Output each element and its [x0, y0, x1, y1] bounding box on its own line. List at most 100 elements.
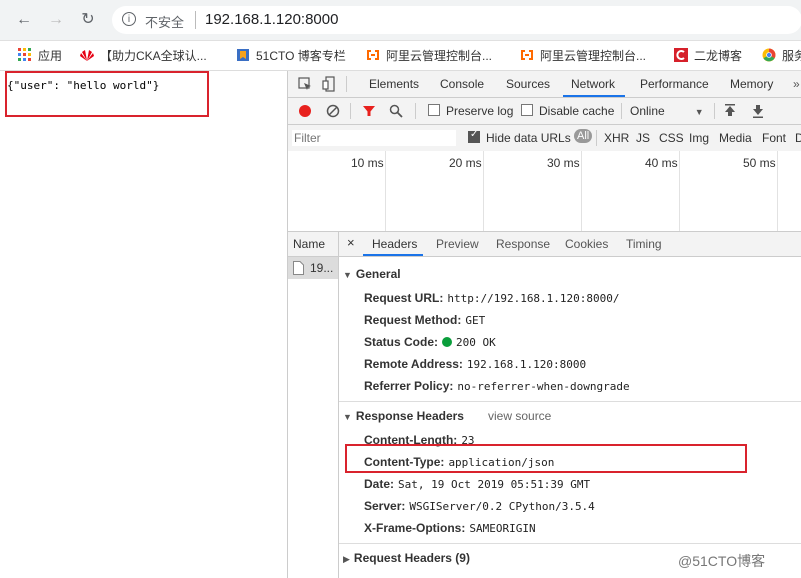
record-icon[interactable]	[298, 104, 312, 118]
request-row[interactable]: 19...	[288, 257, 338, 279]
tab-console[interactable]: Console	[440, 77, 484, 91]
bookmark-label: 应用	[38, 49, 63, 63]
type-filter-doc[interactable]: D	[795, 131, 801, 145]
tab-sources[interactable]: Sources	[506, 77, 550, 91]
tab-memory[interactable]: Memory	[730, 77, 773, 91]
chrome-icon	[762, 48, 776, 62]
bookmark-erlong[interactable]: 二龙博客	[674, 47, 742, 65]
header-key: Date:	[364, 477, 395, 491]
bookmark-51cto[interactable]: 51CTO 博客专栏	[236, 47, 346, 65]
device-toggle-icon[interactable]	[322, 76, 336, 92]
request-name: 19...	[310, 261, 334, 275]
bookmark-aliyun-2[interactable]: 阿里云管理控制台...	[520, 47, 646, 65]
bookmark-label: 阿里云管理控制台...	[386, 49, 493, 63]
triangle-down-icon: ▼	[343, 412, 352, 422]
tab-network[interactable]: Network	[571, 77, 615, 91]
url-text[interactable]: 192.168.1.120:8000	[205, 11, 338, 28]
header-value: http://192.168.1.120:8000/	[447, 292, 620, 305]
timeline-tick-label: 20 ms	[449, 156, 482, 170]
name-column-header[interactable]: Name	[288, 232, 338, 257]
timeline-tick-label: 50 ms	[743, 156, 776, 170]
toolbar-separator	[415, 103, 416, 119]
back-icon[interactable]: ←	[14, 10, 34, 30]
highlight-box-content-type	[345, 444, 747, 473]
filter-input[interactable]	[292, 130, 456, 146]
request-name-column: Name 19...	[288, 232, 339, 578]
bookmark-service[interactable]: 服务	[762, 47, 801, 65]
type-filter-font[interactable]: Font	[762, 131, 786, 145]
header-key: Request Method:	[364, 313, 462, 327]
disable-cache-label: Disable cache	[539, 104, 615, 118]
reload-icon[interactable]: ↻	[78, 10, 98, 30]
header-key: Status Code:	[364, 335, 439, 349]
address-bar[interactable]: i 不安全 192.168.1.120:8000	[112, 6, 801, 34]
timeline-gridline	[483, 151, 484, 231]
type-filter-img[interactable]: Img	[689, 131, 709, 145]
tab-performance[interactable]: Performance	[640, 77, 709, 91]
address-separator	[195, 11, 196, 29]
type-filter-css[interactable]: CSS	[659, 131, 684, 145]
type-filter-xhr[interactable]: XHR	[604, 131, 629, 145]
browser-toolbar: ← → ↻ i 不安全 192.168.1.120:8000	[0, 0, 801, 41]
forward-icon[interactable]: →	[46, 10, 66, 30]
view-source-link[interactable]: view source	[488, 409, 551, 423]
header-row: Server: WSGIServer/0.2 CPython/3.5.4	[364, 499, 595, 513]
bookmark-apps[interactable]: 应用	[18, 47, 62, 65]
close-icon[interactable]: ×	[347, 235, 355, 250]
filter-icon[interactable]	[362, 104, 376, 118]
highlight-box-json	[5, 71, 209, 117]
tab-preview[interactable]: Preview	[436, 237, 479, 251]
header-row: Date: Sat, 19 Oct 2019 05:51:39 GMT	[364, 477, 590, 491]
disable-cache-checkbox[interactable]: Disable cache	[521, 104, 614, 118]
network-timeline[interactable]: 10 ms 20 ms 30 ms 40 ms 50 ms	[288, 151, 801, 232]
request-headers-toggle[interactable]: ▶ Request Headers (9)	[343, 551, 470, 565]
bookmark-huawei[interactable]: 【助力CKA全球认...	[80, 47, 207, 65]
checkbox-box	[428, 104, 440, 116]
filter-separator	[596, 130, 597, 146]
type-filter-all[interactable]: All	[574, 129, 593, 143]
timeline-tick-label: 30 ms	[547, 156, 580, 170]
bookmark-aliyun-1[interactable]: 阿里云管理控制台...	[366, 47, 492, 65]
request-detail-pane: × Headers Preview Response Cookies Timin…	[339, 232, 801, 578]
bookmark-label: 51CTO 博客专栏	[256, 49, 346, 63]
preserve-log-checkbox[interactable]: Preserve log	[428, 104, 513, 118]
tab-response[interactable]: Response	[496, 237, 550, 251]
search-icon[interactable]	[389, 104, 403, 118]
general-section-toggle[interactable]: ▼ General	[343, 267, 401, 281]
import-har-icon[interactable]	[724, 104, 736, 118]
header-key: Referrer Policy:	[364, 379, 454, 393]
active-detail-tab-indicator	[363, 254, 423, 256]
timeline-tick-label: 10 ms	[351, 156, 384, 170]
devtools-tab-bar: Elements Console Sources Network Perform…	[288, 71, 801, 98]
header-value: Sat, 19 Oct 2019 05:51:39 GMT	[398, 478, 591, 491]
header-row: X-Frame-Options: SAMEORIGIN	[364, 521, 536, 535]
type-filter-js[interactable]: JS	[636, 131, 650, 145]
clear-icon[interactable]	[326, 104, 340, 118]
tab-timing[interactable]: Timing	[626, 237, 662, 251]
export-har-icon[interactable]	[752, 104, 764, 118]
huawei-logo-icon	[80, 50, 94, 61]
bookmark-label: 服务	[782, 49, 801, 63]
header-key: Remote Address:	[364, 357, 463, 371]
header-row: Referrer Policy: no-referrer-when-downgra…	[364, 379, 630, 393]
header-value: WSGIServer/0.2 CPython/3.5.4	[409, 500, 595, 513]
json-response-text: {"user": "hello world"}	[7, 79, 160, 92]
type-filter-media[interactable]: Media	[719, 131, 752, 145]
triangle-right-icon: ▶	[343, 554, 350, 564]
response-headers-toggle[interactable]: ▼ Response Headers	[343, 409, 464, 423]
toolbar-separator	[621, 103, 622, 119]
header-value: 192.168.1.120:8000	[466, 358, 587, 371]
throttle-select[interactable]: Online ▼	[630, 104, 704, 118]
more-tabs-icon[interactable]: »	[793, 77, 800, 91]
hide-data-urls-checkbox[interactable]: ✓ Hide data URLs	[468, 129, 571, 145]
tab-headers[interactable]: Headers	[372, 237, 417, 251]
inspect-icon[interactable]	[298, 77, 312, 91]
checkbox-checked: ✓	[468, 129, 480, 143]
info-icon[interactable]: i	[122, 12, 136, 26]
insecure-label: 不安全	[145, 15, 185, 30]
check-icon: ✓	[470, 129, 479, 140]
toolbar-separator	[714, 103, 715, 119]
header-row: Request Method: GET	[364, 313, 485, 327]
tab-elements[interactable]: Elements	[369, 77, 419, 91]
tab-cookies[interactable]: Cookies	[565, 237, 608, 251]
